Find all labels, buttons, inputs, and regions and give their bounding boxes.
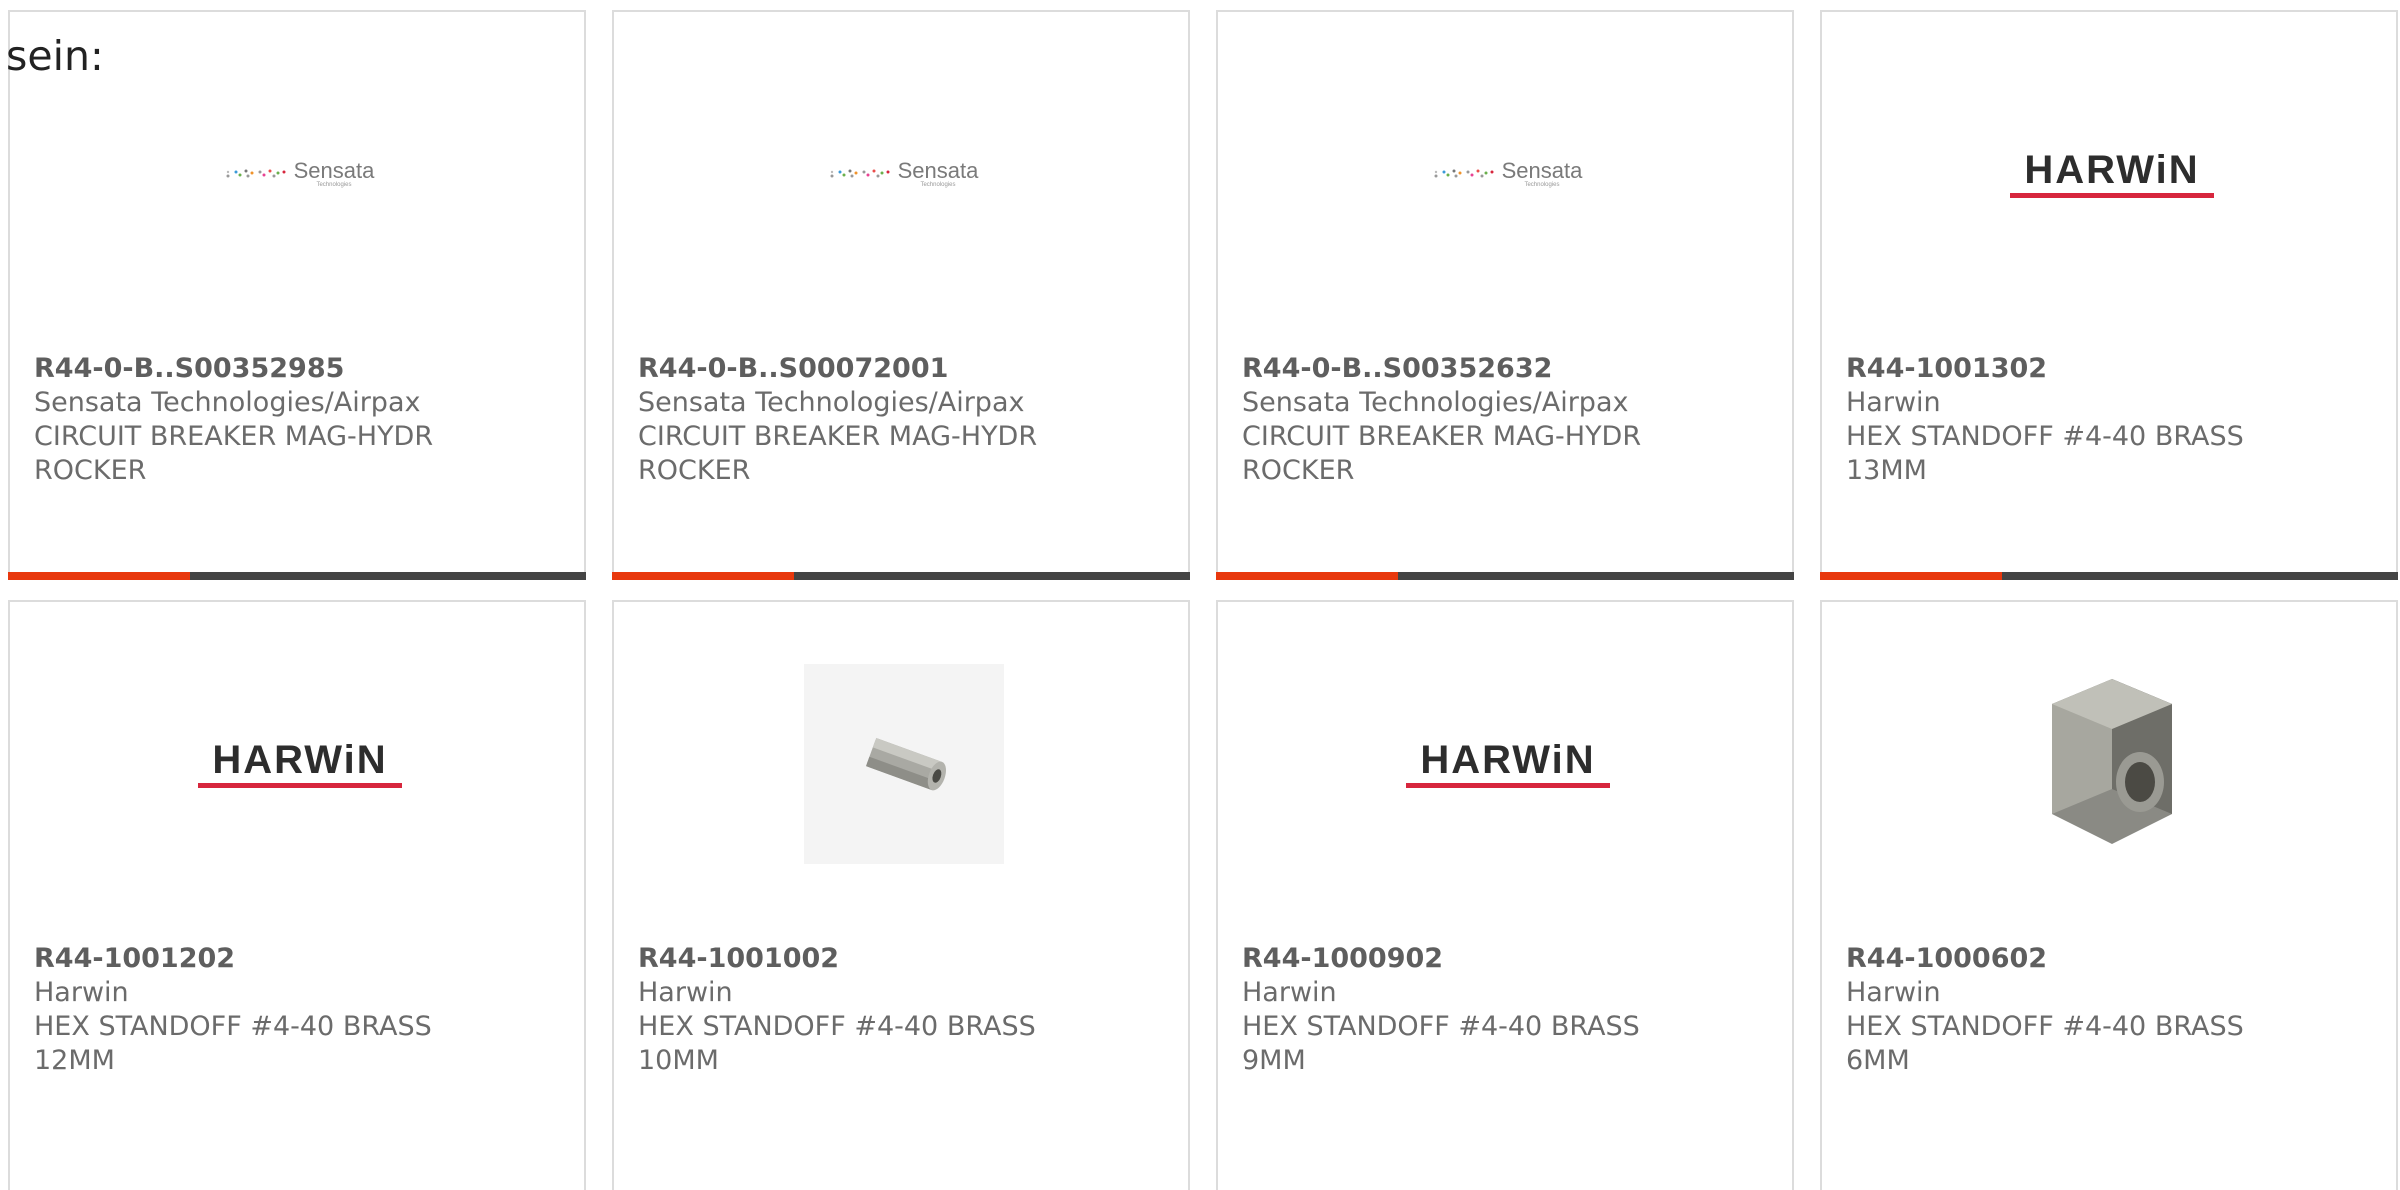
manufacturer: Sensata Technologies/Airpax [1242,387,1629,418]
product-card[interactable]: HARWiN R44-1001202 Harwin HEX STANDOFF #… [8,600,586,1190]
description-line2: 13MM [1846,455,1927,486]
part-number[interactable]: R44-1001302 [1846,352,2386,386]
product-card[interactable]: HARWiN R44-1000902 Harwin HEX STANDOFF #… [1216,600,1794,1190]
description-line2: 12MM [34,1045,115,1076]
part-number[interactable]: R44-1001202 [34,942,574,976]
description-line2: ROCKER [34,455,147,486]
logo-underline [2010,193,2214,198]
product-info: R44-1001202 Harwin HEX STANDOFF #4-40 BR… [34,942,574,1078]
description-line2: 9MM [1242,1045,1306,1076]
harwin-logo: HARWiN [198,740,402,788]
logo-text: HARWiN [2024,148,2200,192]
product-card[interactable]: Sensata Technologies R44-0-B..S00352632 … [1216,10,1794,580]
product-grid: Sensata Technologies R44-0-B..S00352985 … [8,10,2400,1190]
card-accent-bar [1820,572,2398,580]
logo-underline [1406,783,1610,788]
manufacturer: Sensata Technologies/Airpax [34,387,421,418]
product-image: HARWiN [1406,664,1610,864]
product-card[interactable]: Sensata Technologies R44-0-B..S00352985 … [8,10,586,580]
manufacturer: Harwin [638,977,733,1008]
product-info: R44-0-B..S00072001 Sensata Technologies/… [638,352,1178,488]
product-image: HARWiN [2010,74,2214,274]
part-number[interactable]: R44-0-B..S00352632 [1242,352,1782,386]
card-accent-bar [8,572,586,580]
product-info: R44-1001302 Harwin HEX STANDOFF #4-40 BR… [1846,352,2386,488]
description-line1: HEX STANDOFF #4-40 BRASS [1846,421,2244,452]
product-image [2012,664,2212,864]
product-info: R44-1001002 Harwin HEX STANDOFF #4-40 BR… [638,942,1178,1078]
hex-standoff-icon [865,737,946,791]
logo-text: Sensata [1501,158,1583,183]
description-line1: HEX STANDOFF #4-40 BRASS [1242,1011,1640,1042]
product-card[interactable]: R44-1001002 Harwin HEX STANDOFF #4-40 BR… [612,600,1190,1190]
product-image [804,664,1004,864]
description-line1: HEX STANDOFF #4-40 BRASS [638,1011,1036,1042]
part-number[interactable]: R44-1000902 [1242,942,1782,976]
sensata-dots-icon [830,169,890,178]
product-card[interactable]: R44-1000602 Harwin HEX STANDOFF #4-40 BR… [1820,600,2398,1190]
logo-text: HARWiN [1420,738,1596,782]
harwin-logo: HARWiN [1406,740,1610,788]
manufacturer: Sensata Technologies/Airpax [638,387,1025,418]
card-accent-bar [1216,572,1794,580]
card-accent-bar [612,572,1190,580]
hex-standoff-icon [2052,679,2172,844]
description-line2: ROCKER [638,455,751,486]
part-number[interactable]: R44-1001002 [638,942,1178,976]
description-line1: CIRCUIT BREAKER MAG-HYDR [1242,421,1642,452]
logo-text: HARWiN [212,738,388,782]
product-info: R44-0-B..S00352985 Sensata Technologies/… [34,352,574,488]
harwin-logo: HARWiN [2010,150,2214,198]
manufacturer: Harwin [1846,387,1941,418]
product-card[interactable]: HARWiN R44-1001302 Harwin HEX STANDOFF #… [1820,10,2398,580]
logo-text: Sensata [293,158,375,183]
sensata-logo: Sensata Technologies [830,158,979,188]
description-line1: CIRCUIT BREAKER MAG-HYDR [34,421,434,452]
product-image: Sensata Technologies [200,74,400,274]
description-line2: 6MM [1846,1045,1910,1076]
part-number[interactable]: R44-0-B..S00072001 [638,352,1178,386]
manufacturer: Harwin [1242,977,1337,1008]
description-line1: HEX STANDOFF #4-40 BRASS [1846,1011,2244,1042]
product-info: R44-0-B..S00352632 Sensata Technologies/… [1242,352,1782,488]
description-line1: HEX STANDOFF #4-40 BRASS [34,1011,432,1042]
part-number[interactable]: R44-1000602 [1846,942,2386,976]
manufacturer: Harwin [1846,977,1941,1008]
description-line2: ROCKER [1242,455,1355,486]
product-image: HARWiN [198,664,402,864]
product-image: Sensata Technologies [804,74,1004,274]
sensata-logo: Sensata Technologies [226,158,375,188]
product-image: Sensata Technologies [1408,74,1608,274]
product-info: R44-1000602 Harwin HEX STANDOFF #4-40 BR… [1846,942,2386,1078]
intro-text: sein: [6,32,104,80]
product-info: R44-1000902 Harwin HEX STANDOFF #4-40 BR… [1242,942,1782,1078]
product-card[interactable]: Sensata Technologies R44-0-B..S00072001 … [612,10,1190,580]
part-number[interactable]: R44-0-B..S00352985 [34,352,574,386]
description-line1: CIRCUIT BREAKER MAG-HYDR [638,421,1038,452]
logo-text: Sensata [897,158,979,183]
sensata-logo: Sensata Technologies [1434,158,1583,188]
sensata-dots-icon [226,169,286,178]
manufacturer: Harwin [34,977,129,1008]
sensata-dots-icon [1434,169,1494,178]
description-line2: 10MM [638,1045,719,1076]
logo-underline [198,783,402,788]
